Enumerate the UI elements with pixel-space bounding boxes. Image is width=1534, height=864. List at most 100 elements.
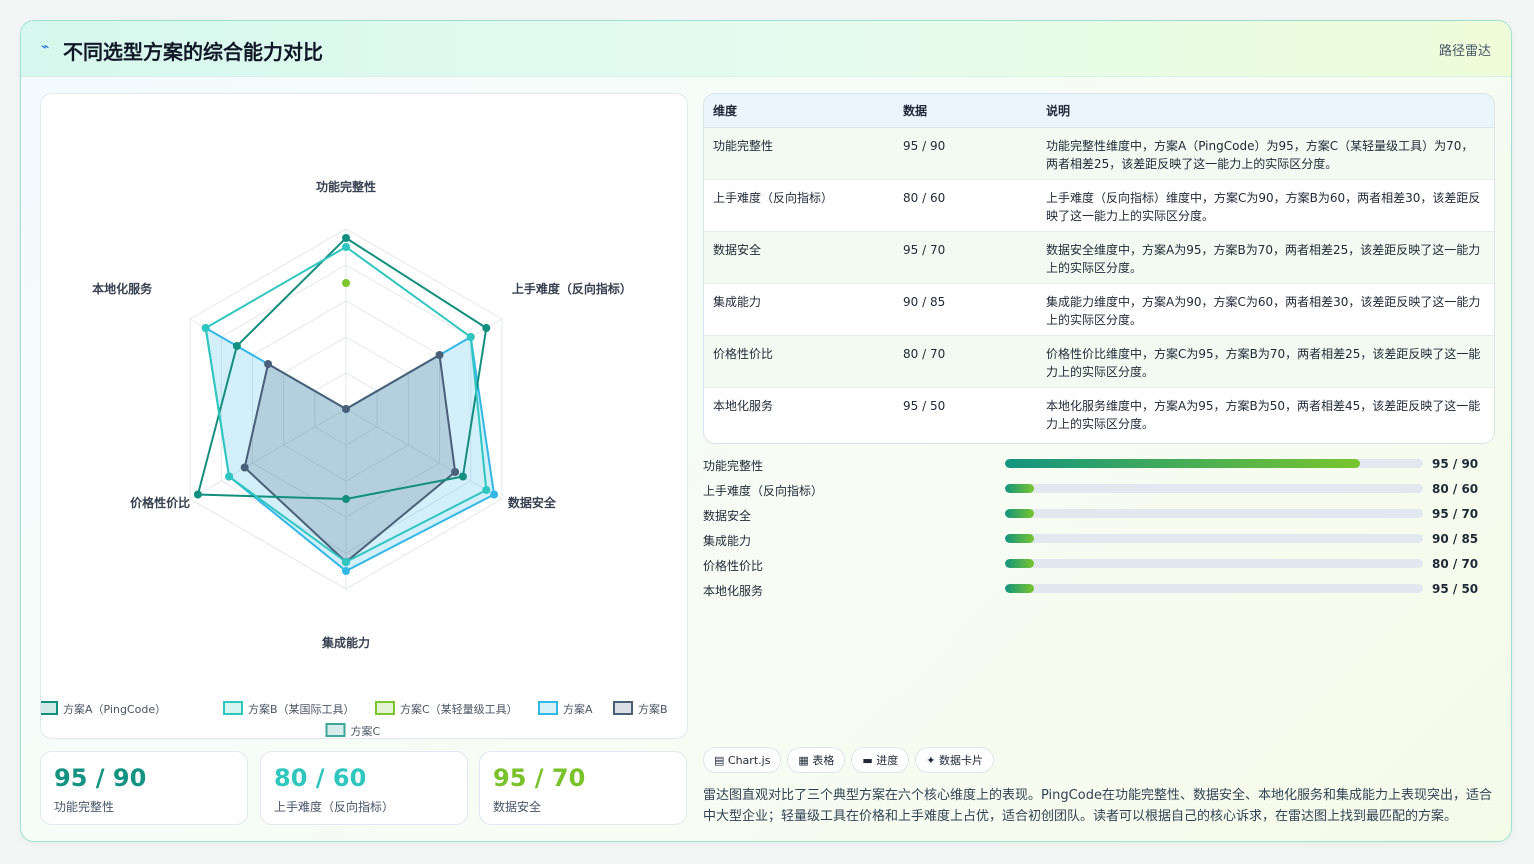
radar-point [264,360,273,368]
radar-point [342,243,350,251]
cell-data: 95 / 70 [894,231,1037,284]
card-icon: ✦ [926,754,936,767]
progress-label: 上手难度（反向指标） [703,484,824,498]
cell-data: 80 / 60 [894,179,1037,232]
legend-label: 方案C [351,724,381,738]
radar-point [342,567,350,575]
cell-dimension: 本地化服务 [704,387,894,440]
legend-label: 方案A [563,702,593,716]
progress-label: 数据安全 [703,509,752,523]
header-badge: 路径雷达 [1438,44,1491,59]
chip-label: 表格 [812,754,835,767]
chart-description: 雷达图直观对比了三个典型方案在六个核心维度上的表现。PingCode在功能完整性… [703,788,1492,824]
radar-point [232,342,241,350]
legend-swatch [613,701,633,715]
dashboard-card: ⌁ 不同选型方案的综合能力对比 路径雷达 功能完整性 上手难度（反向指标） 数据安全… [20,20,1512,842]
cell-description: 功能完整性维度中，方案A（PingCode）为95，方案C（某轻量级工具）为70… [1037,127,1494,180]
radar-point [225,472,234,481]
stat-card: 80 / 60 上手难度（反向指标） [260,751,468,825]
radar-chart-panel: 功能完整性 上手难度（反向指标） 数据安全 集成能力 价格性价比 本地化服务 方案A（Pin… [40,93,688,739]
progress-track [1005,459,1423,468]
radar-point [490,490,499,499]
progress-fill [1005,534,1035,543]
chip-label: 进度 [876,754,899,767]
progress-track [1005,534,1423,543]
radar-point [342,558,350,566]
cell-data: 95 / 90 [894,127,1037,180]
chip-chart[interactable]: ▤ Chart.js [703,747,782,773]
progress-list: 功能完整性 95 / 90 上手难度（反向指标） 80 / 60 数据安全 95 / 70… [703,455,1483,605]
table-row: 数据安全 95 / 70 数据安全维度中，方案A为95，方案B为70，两者相差25，… [704,231,1494,284]
legend-swatch [41,701,58,715]
legend-label: 方案B [638,702,668,716]
radar-point [458,472,467,481]
cell-dimension: 集成能力 [704,283,894,336]
tag-chips: ▤ Chart.js ▦ 表格 ▬ 进度 ✦ 数据卡片 [703,747,1000,773]
column-header-data: 数据 [894,94,1037,128]
progress-row: 集成能力 90 / 85 [703,530,1483,555]
progress-track [1005,584,1423,593]
table-row: 功能完整性 95 / 90 功能完整性维度中，方案A（PingCode）为95，方案… [704,127,1494,180]
radar-axis-label: 上手难度（反向指标） [512,281,632,296]
page-title: 不同选型方案的综合能力对比 [63,40,323,64]
progress-value: 90 / 85 [1432,532,1479,546]
progress-value: 80 / 60 [1432,482,1479,496]
chip-progress[interactable]: ▬ 进度 [851,747,910,773]
stat-label: 功能完整性 [54,800,115,814]
radar-axis-label: 集成能力 [321,635,370,650]
progress-fill [1005,559,1035,568]
stat-value: 95 / 90 [54,764,147,792]
table-row: 价格性价比 80 / 70 价格性价比维度中，方案C为95，方案B为70，两者相差2… [704,335,1494,388]
radar-axis-label: 数据安全 [508,495,557,510]
progress-fill [1005,459,1361,468]
progress-row: 功能完整性 95 / 90 [703,455,1483,480]
progress-label: 本地化服务 [703,584,764,598]
radar-point [342,495,350,503]
progress-value: 95 / 90 [1432,457,1479,471]
stat-card: 95 / 90 功能完整性 [40,751,248,825]
legend-swatch [325,723,346,737]
cell-description: 本地化服务维度中，方案A为95，方案B为50，两者相差45，该差距反映了这一能力… [1037,387,1494,440]
data-table: 维度 数据 说明 功能完整性 95 / 90 功能完整性维度中，方案A（PingCo… [703,93,1495,444]
progress-label: 价格性价比 [703,559,764,573]
cell-data: 90 / 85 [894,283,1037,336]
progress-fill [1005,584,1035,593]
radar-point [482,324,491,332]
table-row: 集成能力 90 / 85 集成能力维度中，方案A为90，方案C为60，两者相差30，… [704,283,1494,336]
radar-axis-label: 本地化服务 [92,281,153,296]
chip-table[interactable]: ▦ 表格 [787,747,846,773]
legend-label: 方案B（某国际工具） [248,702,355,716]
radar-axis-label: 功能完整性 [316,179,376,194]
progress-track [1005,559,1423,568]
chip-card[interactable]: ✦ 数据卡片 [915,747,994,773]
chip-label: 数据卡片 [938,754,983,767]
cell-dimension: 上手难度（反向指标） [704,179,894,232]
legend-swatch [538,701,558,715]
stat-value: 95 / 70 [493,764,586,792]
table-row: 本地化服务 95 / 50 本地化服务维度中，方案A为95，方案B为50，两者相差4… [704,387,1494,440]
progress-row: 本地化服务 95 / 50 [703,580,1483,605]
radar-point [201,324,210,332]
cell-description: 价格性价比维度中，方案C为95，方案B为70，两者相差25，该差距反映了这一能力… [1037,335,1494,388]
progress-value: 80 / 70 [1432,557,1479,571]
chip-label: Chart.js [727,754,771,767]
bolt-icon: ⌁ [41,39,50,55]
radar-point [342,279,350,287]
progress-value: 95 / 50 [1432,582,1479,596]
progress-track [1005,509,1423,518]
stat-card: 95 / 70 数据安全 [479,751,687,825]
stat-label: 上手难度（反向指标） [274,800,395,814]
progress-fill [1005,509,1035,518]
radar-point [435,351,444,359]
progress-icon: ▬ [862,754,873,767]
legend-swatch [223,701,243,715]
cell-data: 95 / 50 [894,387,1037,440]
stat-label: 数据安全 [493,800,542,814]
progress-fill [1005,484,1035,493]
table-icon: ▦ [798,754,809,767]
radar-point [342,234,350,242]
radar-axis-label: 价格性价比 [130,495,190,510]
progress-value: 95 / 70 [1432,507,1479,521]
radar-point [466,333,475,341]
progress-row: 价格性价比 80 / 70 [703,555,1483,580]
